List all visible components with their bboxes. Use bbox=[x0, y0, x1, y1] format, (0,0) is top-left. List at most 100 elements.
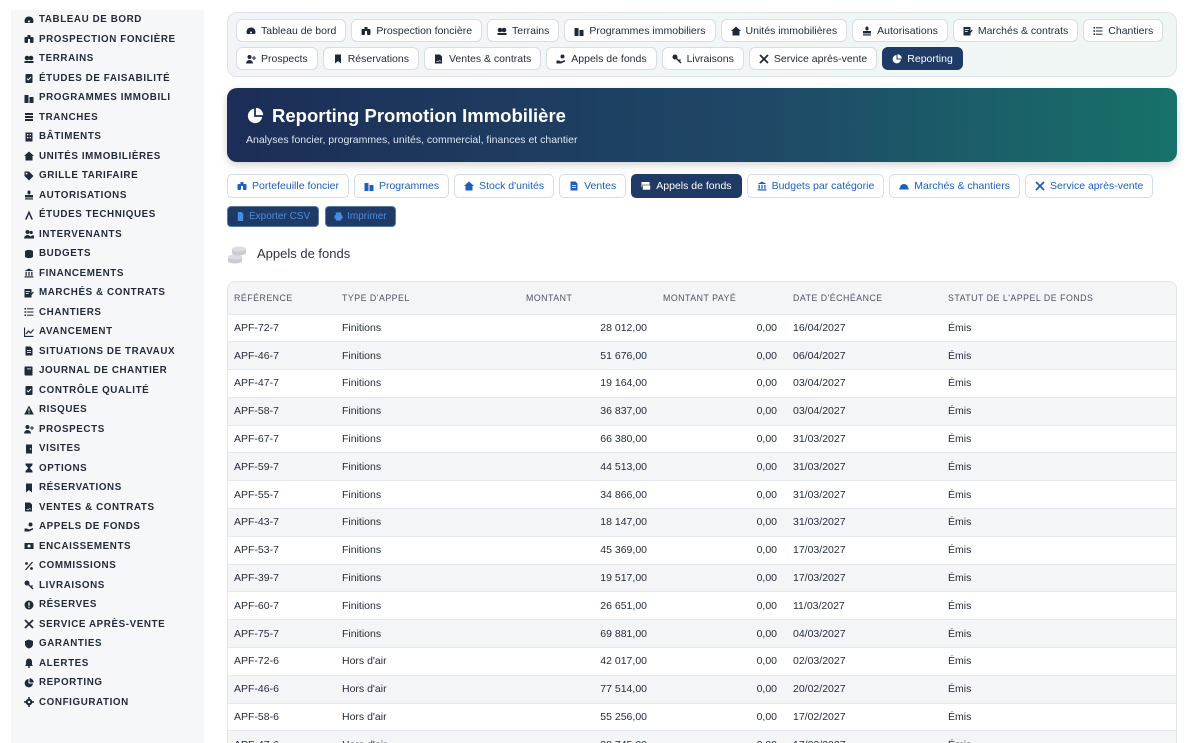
table-row[interactable]: APF-58-7 Finitions 36 837,00 0,00 03/04/2027… bbox=[228, 396, 1176, 426]
topnav-item-5[interactable]: Autorisations bbox=[852, 19, 948, 42]
sidebar-item-6[interactable]: BÂTIMENTS bbox=[11, 127, 204, 147]
sidebar-item-label: PROGRAMMES IMMOBILI bbox=[39, 92, 171, 104]
table-row[interactable]: APF-46-7 Finitions 51 676,00 0,00 06/04/2027… bbox=[228, 341, 1176, 370]
table-row[interactable]: APF-60-7 Finitions 26 651,00 0,00 11/03/2027… bbox=[228, 591, 1176, 620]
report-tab-6[interactable]: Marchés & chantiers bbox=[889, 174, 1021, 198]
sidebar-item-16[interactable]: AVANCEMENT bbox=[11, 322, 204, 342]
table-row[interactable]: APF-75-7 Finitions 69 881,00 0,00 04/03/2027… bbox=[228, 619, 1176, 648]
sidebar-item-label: VISITES bbox=[39, 443, 81, 455]
table-cell: Finitions bbox=[336, 563, 520, 592]
topnav-item-2[interactable]: Terrains bbox=[487, 19, 560, 42]
table-cell: Émis bbox=[942, 674, 1176, 704]
report-tab-label: Stock d'unités bbox=[479, 180, 545, 192]
column-header-due-date[interactable]: DATE D'ÉCHÉANCE bbox=[787, 282, 942, 314]
table-row[interactable]: APF-59-7 Finitions 44 513,00 0,00 31/03/2027… bbox=[228, 452, 1176, 481]
sidebar-item-22[interactable]: VISITES bbox=[11, 439, 204, 459]
report-tab-3[interactable]: Ventes bbox=[559, 174, 627, 198]
table-cell: 0,00 bbox=[657, 702, 787, 731]
sidebar-item-4[interactable]: PROGRAMMES IMMOBILI bbox=[11, 88, 204, 108]
sidebar-item-5[interactable]: TRANCHES bbox=[11, 108, 204, 128]
table-cell: APF-67-7 bbox=[228, 424, 336, 453]
column-header-amount-paid[interactable]: MONTANT PAYÉ bbox=[657, 282, 787, 314]
sidebar-item-21[interactable]: PROSPECTS bbox=[11, 420, 204, 440]
topnav-item-14[interactable]: Reporting bbox=[882, 47, 963, 70]
sidebar-item-15[interactable]: CHANTIERS bbox=[11, 303, 204, 323]
report-tab-0[interactable]: Portefeuille foncier bbox=[227, 174, 349, 198]
topnav-item-0[interactable]: Tableau de bord bbox=[236, 19, 347, 42]
column-header-status[interactable]: STATUT DE L'APPEL DE FONDS bbox=[942, 282, 1176, 314]
topnav-item-9[interactable]: Réservations bbox=[322, 47, 419, 70]
table-cell: 26 651,00 bbox=[520, 591, 657, 620]
sidebar-item-14[interactable]: MARCHÉS & CONTRATS bbox=[11, 283, 204, 303]
sidebar-item-10[interactable]: ÉTUDES TECHNIQUES bbox=[11, 205, 204, 225]
topnav-item-7[interactable]: Chantiers bbox=[1083, 19, 1164, 42]
topnav-item-13[interactable]: Service après-vente bbox=[748, 47, 878, 70]
table-cell: 31/03/2027 bbox=[787, 424, 942, 453]
sidebar-item-17[interactable]: SITUATIONS DE TRAVAUX bbox=[11, 342, 204, 362]
sidebar-item-28[interactable]: COMMISSIONS bbox=[11, 556, 204, 576]
sidebar-item-20[interactable]: RISQUES bbox=[11, 400, 204, 420]
sidebar-item-0[interactable]: TABLEAU DE BORD bbox=[11, 10, 204, 30]
sidebar-item-34[interactable]: REPORTING bbox=[11, 673, 204, 693]
report-tab-5[interactable]: Budgets par catégorie bbox=[746, 174, 885, 198]
sidebar-item-11[interactable]: INTERVENANTS bbox=[11, 225, 204, 245]
sidebar-item-25[interactable]: VENTES & CONTRATS bbox=[11, 498, 204, 518]
table-row[interactable]: APF-43-7 Finitions 18 147,00 0,00 31/03/2027… bbox=[228, 508, 1176, 537]
sidebar-item-31[interactable]: SERVICE APRÈS-VENTE bbox=[11, 615, 204, 635]
sidebar-item-30[interactable]: RÉSERVES bbox=[11, 595, 204, 615]
sidebar-item-9[interactable]: AUTORISATIONS bbox=[11, 186, 204, 206]
money-icon bbox=[24, 541, 34, 551]
table-row[interactable]: APF-72-7 Finitions 28 012,00 0,00 16/04/2027… bbox=[228, 313, 1176, 342]
column-header-reference[interactable]: RÉFÉRENCE bbox=[228, 282, 336, 314]
sidebar-item-29[interactable]: LIVRAISONS bbox=[11, 576, 204, 596]
table-cell: 0,00 bbox=[657, 341, 787, 370]
sidebar-item-23[interactable]: OPTIONS bbox=[11, 459, 204, 479]
sidebar-item-13[interactable]: FINANCEMENTS bbox=[11, 264, 204, 284]
funds-call-table: RÉFÉRENCE TYPE D'APPEL MONTANT MONTANT P… bbox=[228, 282, 1176, 743]
report-tab-1[interactable]: Programmes bbox=[353, 174, 450, 198]
sidebar-item-19[interactable]: CONTRÔLE QUALITÉ bbox=[11, 381, 204, 401]
sidebar-item-32[interactable]: GARANTIES bbox=[11, 634, 204, 654]
table-cell: Émis bbox=[942, 730, 1176, 743]
percent-icon bbox=[24, 561, 34, 571]
sidebar-item-26[interactable]: APPELS DE FONDS bbox=[11, 517, 204, 537]
table-cell: 17/03/2027 bbox=[787, 563, 942, 592]
table-row[interactable]: APF-72-6 Hors d'air 42 017,00 0,00 02/03/202… bbox=[228, 647, 1176, 676]
column-header-type[interactable]: TYPE D'APPEL bbox=[336, 282, 520, 314]
table-row[interactable]: APF-67-7 Finitions 66 380,00 0,00 31/03/2027… bbox=[228, 424, 1176, 453]
column-header-amount[interactable]: MONTANT bbox=[520, 282, 657, 314]
topnav-item-1[interactable]: Prospection foncière bbox=[351, 19, 483, 42]
table-row[interactable]: APF-58-6 Hors d'air 55 256,00 0,00 17/02/202… bbox=[228, 702, 1176, 731]
sidebar-item-12[interactable]: BUDGETS bbox=[11, 244, 204, 264]
print-button[interactable]: Imprimer bbox=[325, 206, 396, 227]
table-cell: 77 514,00 bbox=[520, 674, 657, 704]
topnav-item-10[interactable]: Ventes & contrats bbox=[423, 47, 542, 70]
topnav-item-6[interactable]: Marchés & contrats bbox=[952, 19, 1079, 42]
topnav-item-8[interactable]: Prospects bbox=[236, 47, 318, 70]
sidebar-item-8[interactable]: GRILLE TARIFAIRE bbox=[11, 166, 204, 186]
report-tab-2[interactable]: Stock d'unités bbox=[454, 174, 555, 198]
topnav-item-11[interactable]: Appels de fonds bbox=[546, 47, 657, 70]
sidebar-item-27[interactable]: ENCAISSEMENTS bbox=[11, 537, 204, 557]
sidebar-item-24[interactable]: RÉSERVATIONS bbox=[11, 478, 204, 498]
sidebar-item-7[interactable]: UNITÉS IMMOBILIÈRES bbox=[11, 147, 204, 167]
report-tab-4[interactable]: Appels de fonds bbox=[631, 174, 742, 198]
sidebar-item-18[interactable]: JOURNAL DE CHANTIER bbox=[11, 361, 204, 381]
sidebar-item-35[interactable]: CONFIGURATION bbox=[11, 693, 204, 713]
table-row[interactable]: APF-46-6 Hors d'air 77 514,00 0,00 20/02/202… bbox=[228, 674, 1176, 704]
table-cell: Émis bbox=[942, 508, 1176, 537]
sidebar-item-2[interactable]: TERRAINS bbox=[11, 49, 204, 69]
report-tab-7[interactable]: Service après-vente bbox=[1025, 174, 1154, 198]
table-row[interactable]: APF-47-7 Finitions 19 164,00 0,00 03/04/2027… bbox=[228, 369, 1176, 398]
topnav-item-12[interactable]: Livraisons bbox=[661, 47, 744, 70]
sidebar-item-33[interactable]: ALERTES bbox=[11, 654, 204, 674]
table-row[interactable]: APF-47-6Hors d'air28 745,000,0017/02/202… bbox=[228, 730, 1176, 743]
sidebar-item-3[interactable]: ÉTUDES DE FAISABILITÉ bbox=[11, 69, 204, 89]
table-row[interactable]: APF-55-7 Finitions 34 866,00 0,00 31/03/2027… bbox=[228, 480, 1176, 509]
table-row[interactable]: APF-53-7 Finitions 45 369,00 0,00 17/03/2027… bbox=[228, 535, 1176, 565]
topnav-item-3[interactable]: Programmes immobiliers bbox=[564, 19, 716, 42]
sidebar-item-1[interactable]: PROSPECTION FONCIÈRE bbox=[11, 30, 204, 50]
table-row[interactable]: APF-39-7 Finitions 19 517,00 0,00 17/03/2027… bbox=[228, 563, 1176, 592]
export-csv-button[interactable]: Exporter CSV bbox=[227, 206, 320, 227]
topnav-item-4[interactable]: Unités immobilières bbox=[720, 19, 848, 42]
